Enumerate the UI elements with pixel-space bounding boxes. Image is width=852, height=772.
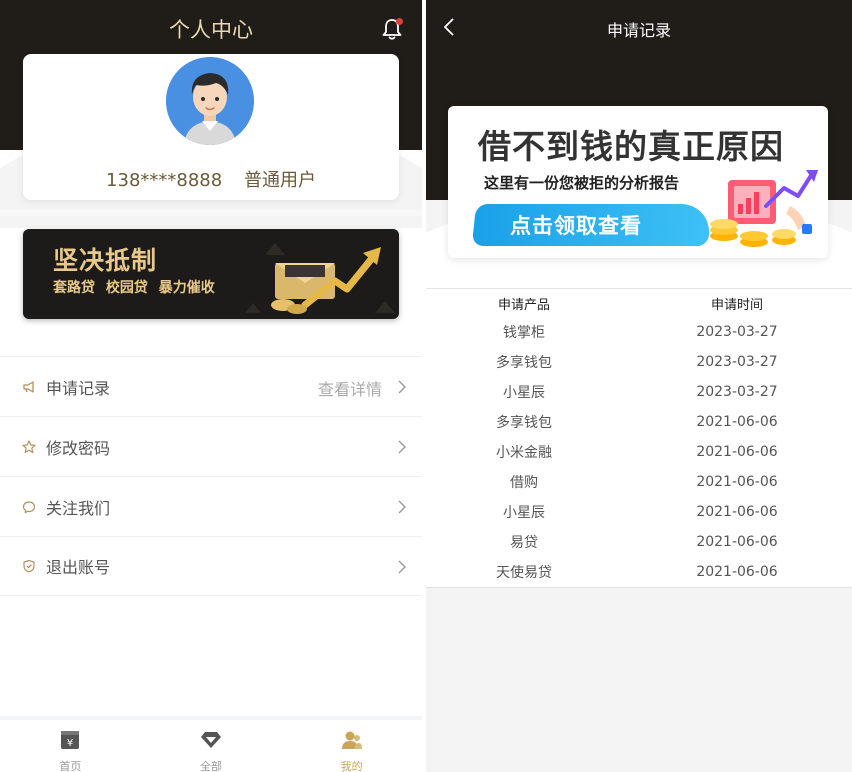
table-header: 申请产品 申请时间 — [426, 289, 852, 317]
record-time: 2021-06-06 — [696, 564, 778, 580]
divider — [0, 210, 422, 216]
money-envelope-icon — [245, 243, 395, 314]
bottom-tab-bar: ¥ 首页 全部 我的 — [0, 716, 422, 772]
banner-tag: 套路贷 — [53, 280, 95, 296]
record-product: 天使易贷 — [496, 565, 552, 581]
menu-item-follow-us[interactable]: 关注我们 — [0, 476, 422, 536]
profile-info: 138****8888 普通用户 — [23, 166, 399, 192]
menu-item-apply-records[interactable]: 申请记录 查看详情 — [0, 356, 422, 416]
view-details-link[interactable]: 查看详情 — [318, 376, 382, 400]
record-time: 2021-06-06 — [696, 474, 778, 490]
table-row[interactable]: 小星辰 2023-03-27 — [426, 377, 852, 407]
record-product: 小米金融 — [496, 445, 552, 461]
table-row[interactable]: 多享钱包 2023-03-27 — [426, 347, 852, 377]
record-time: 2021-06-06 — [696, 444, 778, 460]
menu-item-label: 关注我们 — [46, 498, 111, 518]
anti-fraud-banner[interactable]: 坚决抵制 套路贷 校园贷 暴力催收 — [23, 229, 399, 319]
banner-tag: 暴力催收 — [158, 280, 215, 296]
diamond-icon — [201, 732, 221, 748]
record-time: 2021-06-06 — [696, 534, 778, 550]
record-product: 多享钱包 — [496, 415, 552, 431]
profile-card: 138****8888 普通用户 — [23, 54, 399, 200]
menu-item-label: 退出账号 — [46, 558, 111, 577]
chevron-right-icon — [398, 440, 406, 454]
menu-item-logout[interactable]: 退出账号 — [0, 536, 422, 596]
record-time: 2021-06-06 — [696, 504, 778, 520]
record-time: 2023-03-27 — [696, 384, 778, 400]
table-row[interactable]: 小星辰 2021-06-06 — [426, 497, 852, 527]
record-time: 2021-06-06 — [696, 414, 778, 430]
profile-role: 普通用户 — [243, 170, 316, 191]
page-title: 个人中心 — [169, 18, 253, 42]
chat-icon — [22, 500, 36, 513]
tab-all[interactable]: 全部 — [141, 720, 282, 772]
table-row[interactable]: 易贷 2021-06-06 — [426, 527, 852, 557]
tab-label: 我的 — [340, 760, 363, 772]
table-row[interactable]: 借购 2021-06-06 — [426, 467, 852, 497]
table-row[interactable]: 天使易贷 2021-06-06 — [426, 557, 852, 587]
tab-label: 首页 — [59, 760, 82, 772]
promo-subtitle: 这里有一份您被拒的分析报告 — [484, 174, 680, 192]
promo-title: 借不到钱的真正原因 — [478, 127, 784, 166]
claim-report-button[interactable]: 点击领取查看 — [510, 210, 642, 240]
record-product: 小星辰 — [503, 505, 545, 521]
record-product: 钱掌柜 — [503, 325, 545, 341]
rejection-report-banner[interactable]: 借不到钱的真正原因 这里有一份您被拒的分析报告 点击领取查看 — [448, 106, 828, 258]
record-time: 2023-03-27 — [696, 324, 778, 340]
column-header-product: 申请产品 — [497, 297, 550, 313]
chevron-right-icon — [398, 500, 406, 514]
profile-screen: 个人中心 138****8888 普通用户 坚决抵制 套路贷 校园贷 暴力催收 … — [0, 0, 422, 772]
svg-text:¥: ¥ — [67, 738, 73, 749]
record-product: 借购 — [510, 475, 538, 491]
record-product: 多享钱包 — [496, 355, 552, 371]
settings-menu: 申请记录 查看详情 修改密码 关注我们 退出账号 — [0, 356, 422, 596]
table-row[interactable]: 小米金融 2021-06-06 — [426, 437, 852, 467]
tab-home[interactable]: ¥ 首页 — [0, 720, 141, 772]
shield-icon — [23, 559, 35, 573]
record-time: 2023-03-27 — [696, 354, 778, 370]
tab-mine[interactable]: 我的 — [281, 720, 422, 772]
home-icon: ¥ — [61, 731, 80, 749]
profile-phone: 138****8888 — [106, 170, 223, 191]
avatar[interactable] — [166, 57, 254, 145]
menu-item-label: 申请记录 — [46, 378, 111, 398]
table-row[interactable]: 钱掌柜 2023-03-27 — [426, 317, 852, 347]
megaphone-icon — [23, 380, 34, 393]
chevron-right-icon — [398, 560, 406, 574]
finance-chart-coins-icon — [710, 170, 818, 247]
banner-tags: 套路贷 校园贷 暴力催收 — [53, 277, 221, 297]
column-header-time: 申请时间 — [710, 297, 763, 313]
chevron-right-icon — [398, 380, 406, 394]
apply-records-table: 申请产品 申请时间 钱掌柜 2023-03-27 多享钱包 2023-03-27… — [426, 288, 852, 588]
table-row[interactable]: 多享钱包 2021-06-06 — [426, 407, 852, 437]
record-product: 易贷 — [510, 535, 538, 551]
banner-tag: 校园贷 — [105, 280, 148, 296]
banner-title: 坚决抵制 — [53, 246, 158, 275]
record-product: 小星辰 — [503, 385, 545, 401]
menu-item-change-password[interactable]: 修改密码 — [0, 416, 422, 476]
apply-records-screen: 申请记录 借不到钱的真正原因 这里有一份您被拒的分析报告 点击领取查看 申请产品… — [426, 0, 852, 772]
star-icon — [22, 439, 36, 453]
notification-dot — [396, 18, 403, 25]
tab-label: 全部 — [200, 760, 222, 772]
avatar-illustration-icon — [166, 57, 254, 145]
page-title: 申请记录 — [606, 21, 671, 40]
menu-item-label: 修改密码 — [46, 438, 111, 458]
user-icon — [341, 731, 362, 749]
